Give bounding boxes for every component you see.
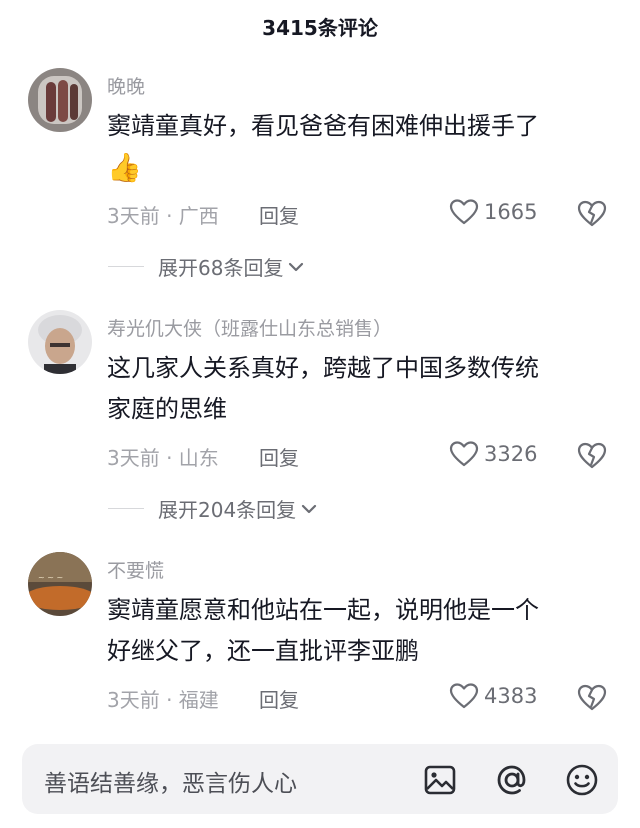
comment-time-location: 3天前 · 广西 [107,204,219,228]
reply-button[interactable]: 回复 [259,684,299,713]
comment-input-placeholder: 善语结善缘，恶言伤人心 [44,771,297,797]
like-count: 4383 [484,684,538,708]
comment-input-bar: 善语结善缘，恶言伤人心 [0,728,640,828]
svg-text:~ ~ ~: ~ ~ ~ [38,573,63,582]
divider [108,266,144,267]
reply-button[interactable]: 回复 [259,200,299,229]
at-icon[interactable] [494,762,530,798]
comment-text-line: 好继父了，还一直批评李亚鹏 [107,637,419,665]
like-count: 3326 [484,442,538,466]
broken-heart-icon[interactable] [576,198,608,228]
comment-list[interactable]: 晚晚 窦靖童真好，看见爸爸有困难伸出援手了 👍 3天前 · 广西 回复 1665… [0,52,640,728]
comment-time-location: 3天前 · 福建 [107,688,219,712]
image-icon[interactable] [422,762,458,798]
reply-button[interactable]: 回复 [259,442,299,471]
like-count: 1665 [484,200,538,224]
emoji-icon[interactable] [564,762,600,798]
comment-text: 窦靖童真好，看见爸爸有困难伸出援手了 👍 [107,106,607,188]
broken-heart-icon[interactable] [576,440,608,470]
expand-replies-label: 展开68条回复 [158,256,284,280]
comment-input[interactable]: 善语结善缘，恶言伤人心 [22,744,618,814]
expand-replies-button[interactable]: 展开204条回复 [108,494,318,523]
comment-time-location: 3天前 · 山东 [107,446,219,470]
heart-icon [449,199,479,225]
avatar[interactable]: ~ ~ ~ [28,552,92,616]
chevron-down-icon [289,262,304,271]
like-button[interactable]: 1665 [449,198,537,226]
comments-header: 3415条评论 [0,0,640,52]
comment-username[interactable]: 晚晚 [107,72,145,99]
comment-count-title: 3415条评论 [262,15,378,40]
comment-text: 这几家人关系真好，跨越了中国多数传统 家庭的思维 [107,348,607,430]
broken-heart-icon[interactable] [576,682,608,712]
avatar[interactable] [28,68,92,132]
heart-icon [449,683,479,709]
chevron-down-icon [302,504,317,513]
expand-replies-button[interactable]: 展开68条回复 [108,252,305,281]
comment-text-line: 家庭的思维 [107,395,227,423]
comment-text: 窦靖童愿意和他站在一起，说明他是一个 好继父了，还一直批评李亚鹏 [107,590,607,672]
comment-text-line: 这几家人关系真好，跨越了中国多数传统 [107,354,539,382]
like-button[interactable]: 3326 [449,440,537,468]
heart-icon [449,441,479,467]
avatar[interactable] [28,310,92,374]
comment-username[interactable]: 不要慌 [107,556,164,583]
like-button[interactable]: 4383 [449,682,537,710]
expand-replies-label: 展开204条回复 [158,498,297,522]
comment-text-line: 窦靖童真好，看见爸爸有困难伸出援手了 [107,112,539,140]
thumbs-up-emoji: 👍 [107,151,142,184]
divider [108,508,144,509]
comment-text-line: 窦靖童愿意和他站在一起，说明他是一个 [107,596,539,624]
comment-username[interactable]: 寿光仉大侠（班露仕山东总销售） [107,314,392,341]
